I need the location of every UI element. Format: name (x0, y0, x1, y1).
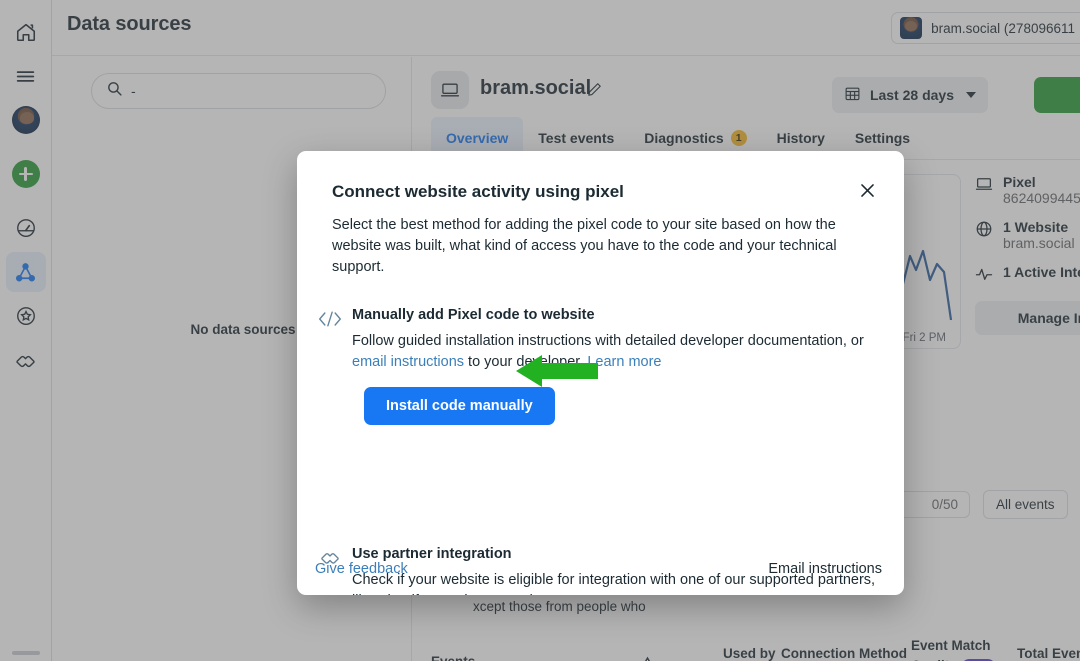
email-instructions-link[interactable]: email instructions (352, 354, 464, 370)
app-root: Data sources bram.social (278096611 No d… (0, 0, 1080, 661)
email-instructions-button[interactable]: Email instructions (768, 561, 882, 577)
option-manual-title: Manually add Pixel code to website (352, 307, 595, 323)
modal-description: Select the best method for adding the pi… (332, 215, 877, 278)
install-code-manually-button[interactable]: Install code manually (364, 387, 555, 425)
option-manual-desc-part1: Follow guided installation instructions … (352, 333, 864, 349)
option-manual-description: Follow guided installation instructions … (352, 331, 887, 373)
code-icon (315, 307, 345, 331)
left-arrow-annotation-icon (516, 352, 598, 390)
connect-pixel-modal: Connect website activity using pixel Sel… (297, 151, 904, 595)
option-partner-title: Use partner integration (352, 546, 512, 562)
give-feedback-link[interactable]: Give feedback (315, 561, 408, 577)
close-icon[interactable] (852, 175, 882, 205)
learn-more-link-partner[interactable]: Learn more (578, 593, 652, 595)
learn-more-link-manual[interactable]: Learn more (587, 354, 661, 370)
modal-title: Connect website activity using pixel (332, 182, 624, 202)
